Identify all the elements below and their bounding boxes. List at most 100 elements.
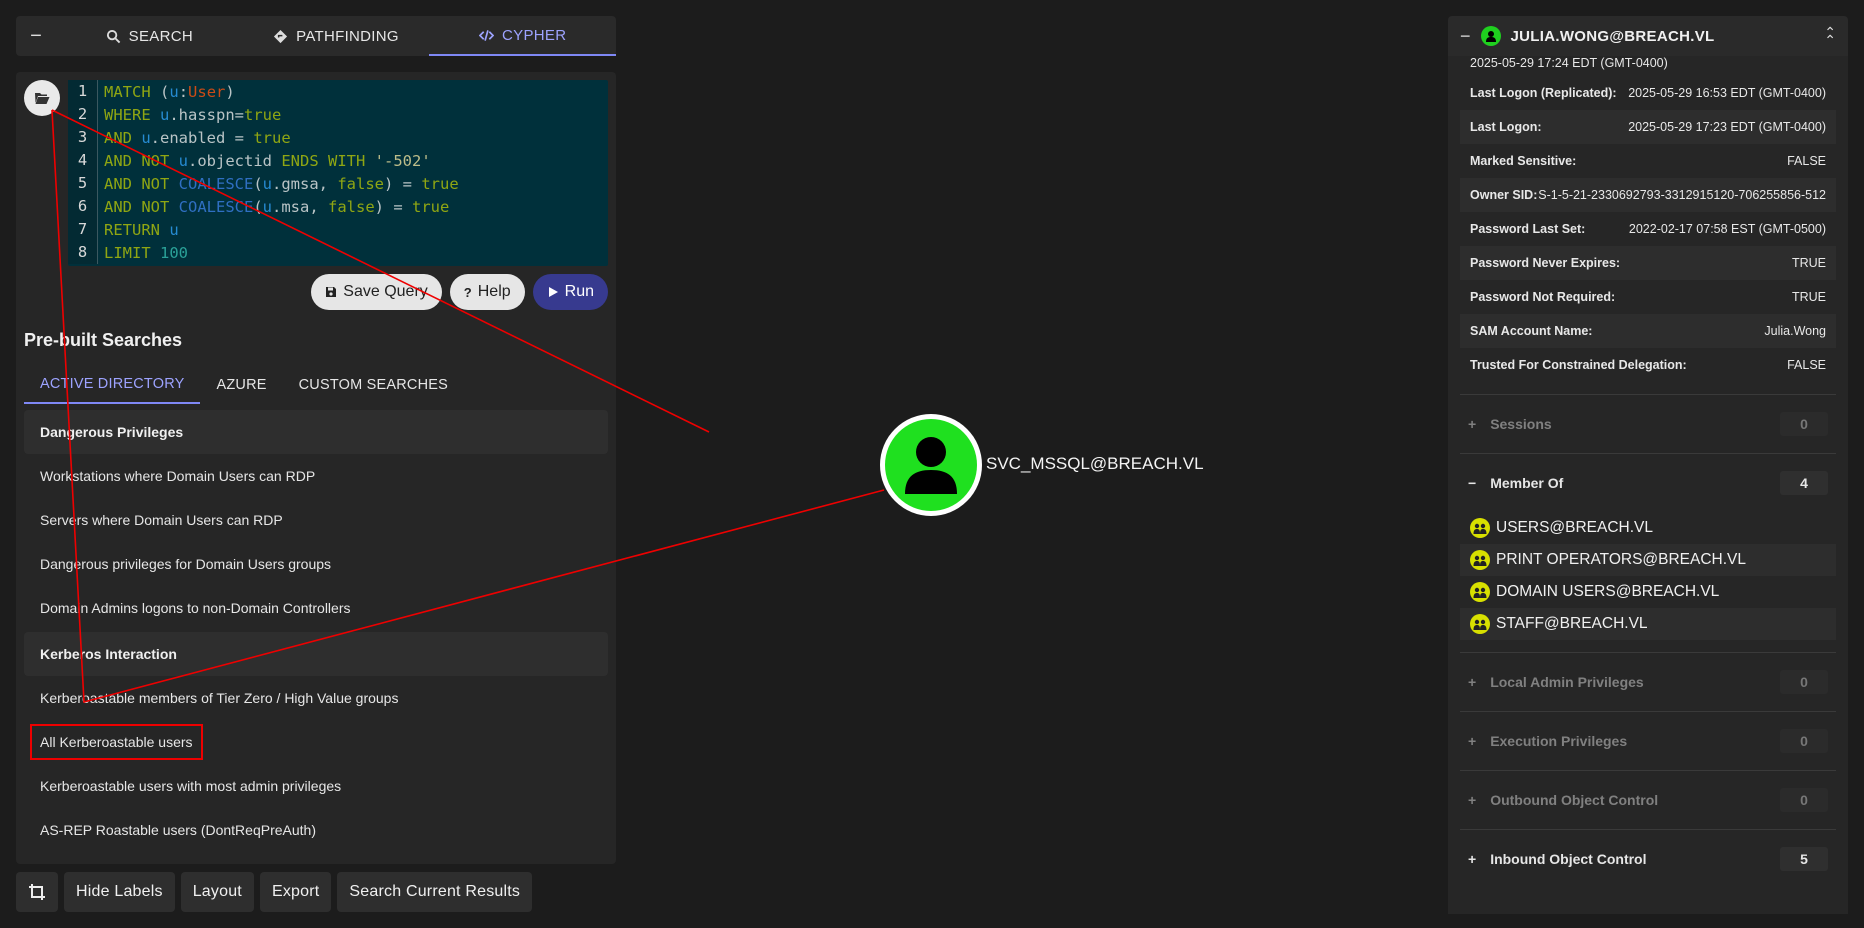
property-value: S-1-5-21-2330692793-3312915120-706255856… [1538,188,1826,202]
section-count: 0 [1780,788,1828,812]
code-token: true [244,105,282,124]
tab-pathfinding[interactable]: PATHFINDING [243,16,430,56]
route-icon [274,29,288,43]
code-token: .objectid [188,151,282,170]
tab-active-directory[interactable]: ACTIVE DIRECTORY [24,366,201,404]
list-item[interactable]: Servers where Domain Users can RDP [24,498,608,542]
properties-table: Last Logon (Replicated): 2025-05-29 16:53… [1460,76,1836,382]
list-item-label: AS-REP Roastable users (DontReqPreAuth) [40,822,316,838]
member-group-item[interactable]: STAFF@BREACH.VL [1460,608,1836,640]
section-sessions[interactable]: + Sessions 0 [1460,394,1836,453]
member-group-label: DOMAIN USERS@BREACH.VL [1496,583,1720,600]
line-number: 8 [68,241,98,264]
list-item-selected[interactable]: All Kerberoastable users [24,720,608,764]
property-row: Password Last Set: 2022-02-17 07:58 EST (… [1460,212,1836,246]
property-value: FALSE [1787,358,1826,372]
list-item[interactable]: Workstations where Domain Users can RDP [24,454,608,498]
code-line: 2 WHERE u .hasspn= true [68,103,608,126]
section-count: 5 [1780,847,1828,871]
tab-cypher-label: CYPHER [502,26,567,44]
code-token: AND NOT [104,197,179,216]
code-token: ( [253,174,263,193]
graph-node-label: SVC_MSSQL@BREACH.VL [986,454,1204,473]
section-local-admin-privileges[interactable]: + Local Admin Privileges 0 [1460,652,1836,711]
code-token: ) [225,82,235,101]
list-item[interactable]: AS-REP Roastable users (DontReqPreAuth) [24,808,608,852]
tab-cypher[interactable]: CYPHER [429,16,617,56]
code-token: u [262,174,272,193]
tab-search[interactable]: SEARCH [56,16,243,56]
code-line: 5 AND NOT COALESCE(u .gmsa, false) = true [68,172,608,195]
save-query-label: Save Query [343,283,428,300]
list-item[interactable]: Domain Admins logons to non-Domain Contr… [24,586,608,630]
chevrons-up-icon[interactable]: ⌃ ⌃ [1824,25,1836,47]
entity-panel-header: − JULIA.WONG@BREACH.VL ⌃ ⌃ [1448,16,1848,56]
code-line: 8 LIMIT 100 [68,241,608,264]
code-token: AND NOT [104,151,179,170]
folder-open-icon [35,93,50,104]
save-query-button[interactable]: Save Query [311,274,442,310]
property-value: TRUE [1791,256,1826,270]
group-icon [1470,582,1490,602]
line-number: 5 [68,172,98,195]
code-token: u [262,197,272,216]
crop-icon [29,884,45,900]
property-value: 2025-05-29 17:24 EDT (GMT-0400) [1470,56,1668,70]
code-token: RETURN [104,220,170,239]
section-execution-privileges[interactable]: + Execution Privileges 0 [1460,711,1836,770]
property-value: TRUE [1791,290,1826,304]
collapse-icon[interactable]: − [16,16,56,56]
list-item[interactable]: Kerberoastable users with most admin pri… [24,764,608,808]
save-icon [326,287,337,297]
play-icon [548,287,558,297]
minus-icon: − [1468,475,1477,491]
section-inbound-object-control[interactable]: + Inbound Object Control 5 [1460,829,1836,888]
list-item-label: All Kerberoastable users [30,724,203,760]
code-icon [479,29,495,41]
section-member-of[interactable]: − Member Of 4 [1460,453,1836,512]
property-key: Trusted For Constrained Delegation: [1470,358,1687,372]
hide-labels-button[interactable]: Hide Labels [64,872,175,912]
line-number: 6 [68,195,98,218]
list-item-label: Kerberoastable members of Tier Zero / Hi… [40,690,399,706]
list-item-label: Domain Admins logons to non-Domain Contr… [40,600,351,616]
list-item[interactable]: Dangerous privileges for Domain Users gr… [24,542,608,586]
cypher-editor[interactable]: 1 MATCH (u: User) 2 WHERE u .hasspn= true 3 AND … [68,80,608,266]
section-count: 0 [1780,412,1828,436]
section-label: Outbound Object Control [1490,792,1659,808]
list-item[interactable]: Kerberoastable members of Tier Zero / Hi… [24,676,608,720]
code-token: true [253,128,291,147]
plus-icon: + [1468,851,1477,867]
export-button[interactable]: Export [259,872,332,912]
property-row: Password Never Expires: TRUE [1460,246,1836,280]
plus-icon: + [1468,792,1477,808]
user-icon [885,419,977,511]
user-status-icon [1480,26,1501,46]
section-outbound-object-control[interactable]: + Outbound Object Control 0 [1460,770,1836,829]
member-group-item[interactable]: DOMAIN USERS@BREACH.VL [1460,576,1836,608]
tab-custom-searches[interactable]: CUSTOM SEARCHES [283,366,464,404]
layout-button[interactable]: Layout [180,872,254,912]
prebuilt-query-list: Dangerous Privileges Workstations where … [24,408,608,856]
code-token: .msa, [272,197,328,216]
search-current-results-button[interactable]: Search Current Results [337,872,533,912]
question-icon: ? [463,284,472,300]
crop-button[interactable] [16,872,58,912]
code-token: 100 [160,243,188,262]
line-number: 2 [68,103,98,126]
collapse-icon[interactable]: − [1460,26,1471,47]
member-group-item[interactable]: PRINT OPERATORS@BREACH.VL [1460,544,1836,576]
graph-node[interactable] [880,414,982,516]
run-button[interactable]: Run [532,274,608,310]
member-group-item[interactable]: USERS@BREACH.VL [1460,512,1836,544]
code-token: ( [253,197,263,216]
entity-panel-body: 2025-05-29 17:24 EDT (GMT-0400) Last Log… [1448,56,1848,914]
tab-azure[interactable]: AZURE [200,366,282,404]
code-line: 6 AND NOT COALESCE(u .msa, false) = true [68,195,608,218]
help-button[interactable]: ? Help [449,274,525,310]
property-key: Owner SID: [1470,188,1538,202]
group-icon [1470,614,1490,634]
property-key: Marked Sensitive: [1470,154,1577,168]
group-header: Kerberos Interaction [24,632,608,676]
saved-queries-button[interactable] [24,80,60,116]
